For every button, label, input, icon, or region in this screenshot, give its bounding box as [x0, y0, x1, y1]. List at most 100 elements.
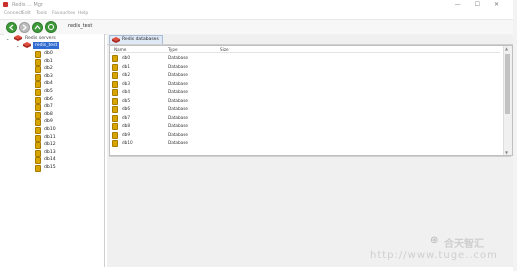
- connection-label: redis_test: [68, 23, 93, 29]
- app-icon: [3, 2, 8, 7]
- vertical-scrollbar[interactable]: ▲ ▼: [503, 46, 512, 155]
- tree-db-item[interactable]: db5: [35, 88, 75, 96]
- cell-name: db6: [122, 106, 130, 111]
- back-button[interactable]: [6, 22, 17, 33]
- tree-db-label: db9: [44, 119, 53, 125]
- refresh-icon: [48, 24, 54, 30]
- up-arrow-icon: [34, 25, 41, 30]
- tree-db-label: db10: [44, 127, 56, 132]
- back-arrow-icon: [9, 24, 14, 31]
- table-row[interactable]: db5 Database: [110, 97, 500, 105]
- cell-name: db8: [122, 123, 130, 128]
- table-row[interactable]: db4 Database: [110, 88, 500, 96]
- tree-server-label: redis_test: [33, 42, 60, 49]
- column-size[interactable]: Size: [220, 47, 229, 52]
- tree-db-item[interactable]: db11: [35, 134, 75, 142]
- column-name[interactable]: Name: [114, 47, 126, 52]
- table-row[interactable]: db10 Database: [110, 139, 500, 147]
- cell-name: db0: [122, 55, 130, 60]
- scroll-down-icon[interactable]: ▼: [505, 150, 508, 155]
- tree-db-label: db7: [44, 104, 53, 110]
- tree-root-label: Redis servers: [25, 36, 56, 41]
- tree-db-item[interactable]: db8: [35, 111, 75, 119]
- tree-db-label: db15: [44, 165, 56, 170]
- table-row[interactable]: db6 Database: [110, 105, 500, 113]
- tree-db-label: db6: [44, 96, 53, 102]
- tree-db-label: db4: [44, 81, 53, 87]
- cell-type: Database: [168, 80, 188, 86]
- table-row[interactable]: db9 Database: [110, 131, 500, 139]
- tab-label: Redis databases: [122, 37, 159, 42]
- tree-db-item[interactable]: db10: [35, 126, 75, 134]
- tree-db-item[interactable]: db4: [35, 80, 75, 89]
- title-bar: Redis ... Mgr —☐✕: [0, 0, 517, 10]
- tree-db-item[interactable]: db15: [35, 164, 75, 172]
- window-edge: [513, 0, 517, 271]
- cell-name: db9: [122, 131, 130, 137]
- menu-edit[interactable]: Edit: [22, 11, 31, 16]
- menu-tools[interactable]: Tools: [36, 11, 47, 16]
- tree-db-item[interactable]: db0: [35, 50, 75, 58]
- tree-db-item[interactable]: db3: [35, 73, 75, 81]
- tree-db-label: db3: [44, 73, 53, 79]
- forward-button[interactable]: [19, 22, 30, 33]
- tree-db-item[interactable]: db6: [35, 96, 75, 104]
- table-row[interactable]: db7 Database: [110, 114, 500, 122]
- tree-db-item[interactable]: db7: [35, 103, 75, 112]
- menu-favourites[interactable]: Favourites: [52, 11, 75, 16]
- tree-db-label: db0: [44, 51, 53, 56]
- database-icon: [112, 140, 118, 147]
- tree-db-label: db13: [44, 149, 56, 155]
- tab-redis-databases[interactable]: Redis databases: [109, 35, 163, 44]
- table-row[interactable]: db3 Database: [110, 80, 500, 88]
- cell-name: db1: [122, 63, 130, 69]
- database-icon: [112, 89, 118, 96]
- cell-name: db10: [122, 140, 133, 145]
- cell-type: Database: [168, 89, 188, 94]
- tab-bar: Redis databases: [107, 34, 513, 45]
- watermark-url: http://www.tuge..com: [370, 250, 498, 261]
- up-button[interactable]: [32, 22, 43, 33]
- menu-help[interactable]: Help: [78, 11, 88, 16]
- watermark: ⊛ 合天智汇 http://www.tuge..com: [370, 232, 515, 269]
- databases-table[interactable]: Name Type Size db0 Database db1 Database db2…: [109, 45, 513, 156]
- cell-type: Database: [168, 55, 188, 60]
- column-type[interactable]: Type: [168, 47, 178, 52]
- cell-type: Database: [168, 63, 188, 69]
- cell-name: db3: [122, 80, 130, 86]
- forward-arrow-icon: [22, 24, 27, 31]
- cell-type: Database: [168, 131, 188, 137]
- collapse-icon[interactable]: ⌄: [6, 35, 9, 42]
- window-controls[interactable]: —☐✕: [455, 1, 513, 8]
- redis-tab-icon: [112, 37, 120, 43]
- table-row[interactable]: db2 Database: [110, 71, 500, 79]
- tree-db-item[interactable]: db12: [35, 141, 75, 150]
- tree-db-item[interactable]: db1: [35, 58, 75, 66]
- tree-db-label: db1: [44, 58, 53, 64]
- table-row[interactable]: db0 Database: [110, 54, 500, 62]
- refresh-button[interactable]: [45, 21, 57, 33]
- scroll-thumb[interactable]: [505, 54, 510, 114]
- table-row[interactable]: db1 Database: [110, 63, 500, 71]
- menu-connect[interactable]: Connect: [4, 11, 23, 16]
- table-row[interactable]: db8 Database: [110, 122, 500, 130]
- tree-db-item[interactable]: db14: [35, 156, 75, 165]
- tree-db-label: db2: [44, 66, 53, 72]
- cell-type: Database: [168, 140, 188, 145]
- redis-server-icon: [23, 42, 31, 48]
- tree-db-item[interactable]: db2: [35, 65, 75, 74]
- cell-name: db7: [122, 114, 130, 120]
- tree-root[interactable]: ⌄ Redis servers: [6, 35, 96, 42]
- database-icon: [112, 106, 118, 113]
- tree-server[interactable]: ⌄ redis_test: [16, 42, 86, 49]
- scroll-up-icon[interactable]: ▲: [505, 46, 508, 51]
- cell-name: db5: [122, 97, 130, 103]
- tree-db-label: db14: [44, 157, 56, 163]
- collapse-icon[interactable]: ⌄: [16, 42, 19, 49]
- tree-db-label: db11: [44, 134, 56, 140]
- server-tree[interactable]: ⌄ Redis servers ⌄ redis_test db0 db1 db2 db…: [4, 34, 105, 267]
- database-icon: [112, 72, 118, 79]
- tree-db-item[interactable]: db9: [35, 118, 75, 127]
- database-icon: [112, 131, 118, 139]
- tree-db-item[interactable]: db13: [35, 149, 75, 157]
